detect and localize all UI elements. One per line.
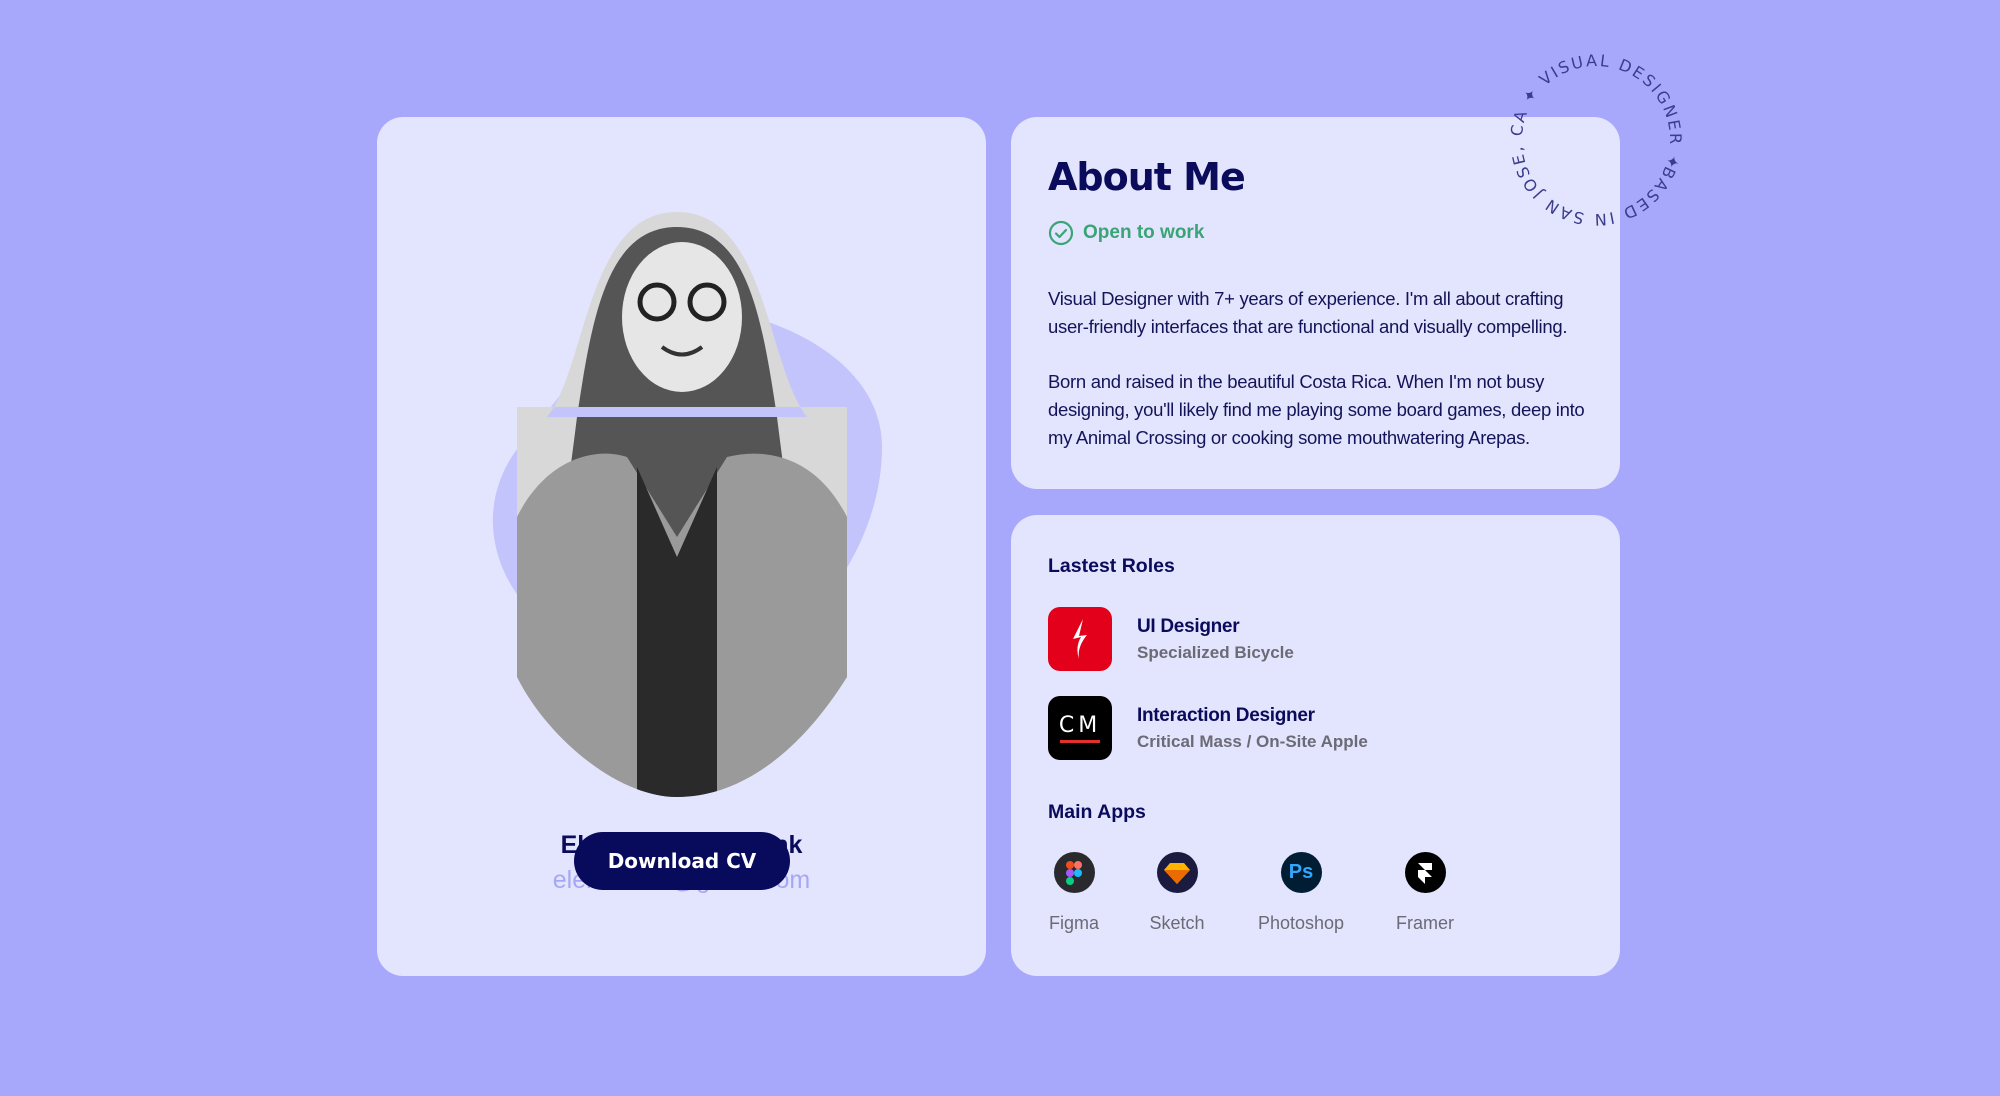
about-paragraph: Born and raised in the beautiful Costa R… <box>1048 371 1585 448</box>
apps-title: Main Apps <box>1048 801 1146 823</box>
svg-text:BASED IN SAN JOSE, CA ✦ VISUAL: BASED IN SAN JOSE, CA ✦ VISUAL DESIGNER … <box>1504 48 1688 232</box>
photoshop-icon: Ps <box>1280 852 1322 893</box>
about-title: About Me <box>1048 155 1246 199</box>
status-text: Open to work <box>1083 222 1205 243</box>
app-figma: Figma <box>1014 852 1134 934</box>
role-title: UI Designer <box>1137 615 1240 637</box>
about-paragraph: Visual Designer with 7+ years of experie… <box>1048 288 1568 337</box>
roles-title: Lastest Roles <box>1048 555 1175 577</box>
framer-icon <box>1404 852 1446 893</box>
app-sketch: Sketch <box>1117 852 1237 934</box>
specialized-logo <box>1048 607 1112 671</box>
app-photoshop: Ps Photoshop <box>1241 852 1361 934</box>
critical-mass-logo: CM <box>1048 696 1112 760</box>
app-framer: Framer <box>1365 852 1485 934</box>
location-rotating-badge: BASED IN SAN JOSE, CA ✦ VISUAL DESIGNER … <box>1504 48 1688 232</box>
role-title: Interaction Designer <box>1137 704 1315 726</box>
role-company: Critical Mass / On-Site Apple <box>1137 731 1368 751</box>
roles-card: Lastest Roles UI Designer Specialized Bi… <box>1011 515 1620 976</box>
sketch-icon <box>1156 852 1198 893</box>
role-item: UI Designer Specialized Bicycle <box>1048 607 1294 671</box>
check-circle-icon <box>1048 220 1074 246</box>
badge-text: BASED IN SAN JOSE, CA ✦ VISUAL DESIGNER … <box>1504 48 1688 232</box>
role-company: Specialized Bicycle <box>1137 642 1294 662</box>
figma-icon <box>1053 852 1095 893</box>
download-cv-button[interactable]: Download CV <box>574 832 790 890</box>
status-badge: Open to work <box>1048 220 1204 246</box>
role-item: CM Interaction Designer Critical Mass / … <box>1048 696 1368 760</box>
profile-card: Elena Baharet Frank elebaharet@gmail.com… <box>377 117 986 976</box>
